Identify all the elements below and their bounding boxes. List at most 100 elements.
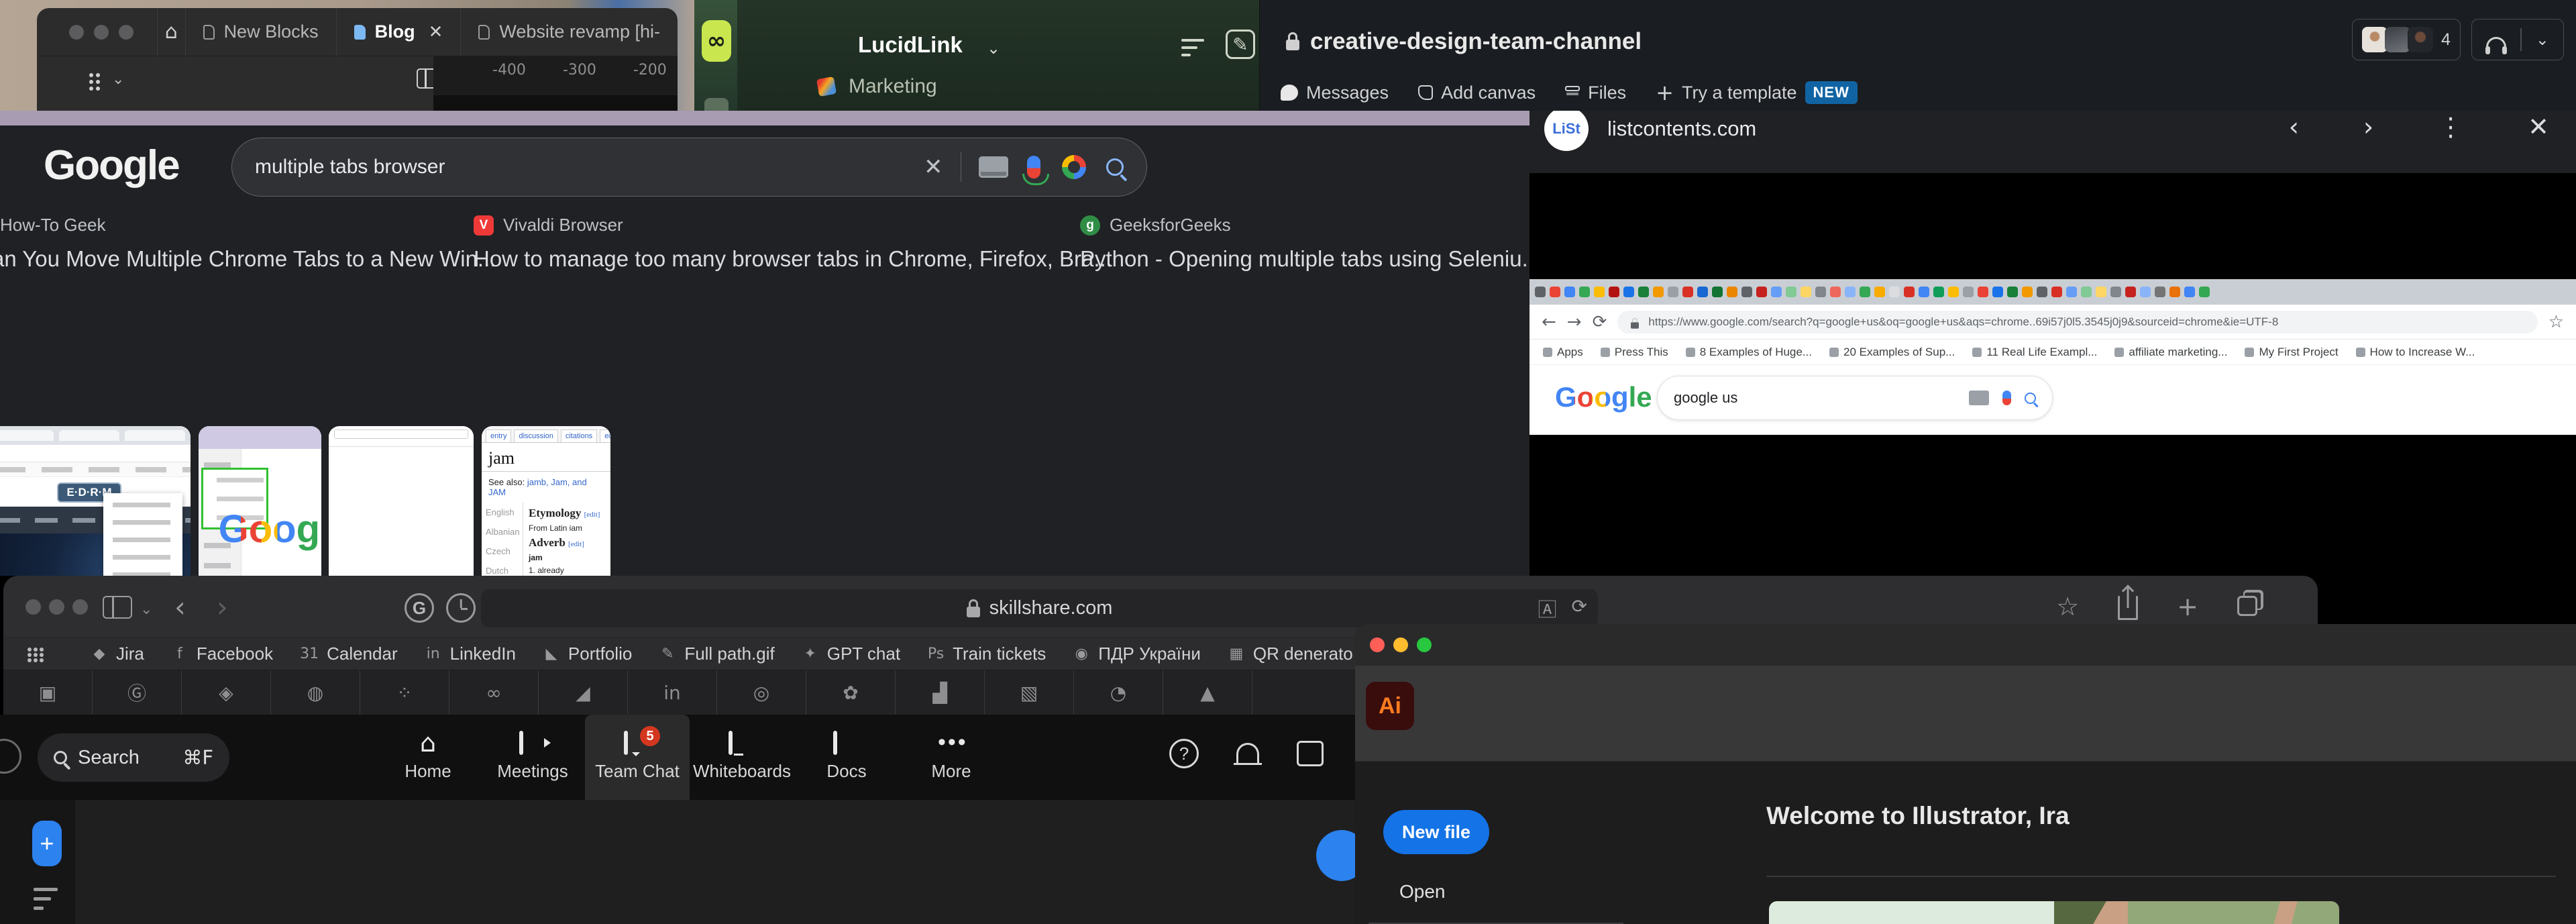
bookmark-jira[interactable]: ◆ Jira: [91, 644, 144, 664]
home-icon[interactable]: ⌂: [157, 8, 185, 56]
close-preview-icon[interactable]: ✕: [2528, 112, 2549, 142]
calendar-icon[interactable]: [1297, 741, 1324, 766]
clear-search-icon[interactable]: ✕: [924, 154, 943, 181]
result-title[interactable]: an You Move Multiple Chrome Tabs to a Ne…: [0, 246, 496, 272]
nav-team-chat[interactable]: 5 Team Chat: [585, 715, 690, 800]
bookmark-facebook[interactable]: f Facebook: [171, 644, 273, 664]
code-app-tab-icon[interactable]: ▣: [3, 670, 93, 715]
bookmark-calendar[interactable]: 31 Calendar: [300, 644, 398, 664]
history-extension-icon[interactable]: [446, 593, 476, 623]
search-icon[interactable]: [1106, 158, 1124, 176]
linkedin-tab-icon[interactable]: in: [628, 670, 717, 715]
close-window-button[interactable]: [1370, 637, 1385, 652]
minimize-window-button[interactable]: [1393, 637, 1408, 652]
huddle-button[interactable]: ⌄: [2471, 19, 2564, 60]
window-controls[interactable]: [25, 599, 96, 615]
portfolio-tab-icon[interactable]: ◢: [539, 670, 628, 715]
window-controls[interactable]: [37, 24, 144, 40]
google-lens-icon[interactable]: [1062, 155, 1086, 179]
tutorial-banner-image[interactable]: [1769, 901, 2339, 924]
vector-tab-icon[interactable]: ▲: [1163, 670, 1252, 715]
profile-partial-icon[interactable]: [0, 739, 21, 774]
previous-image-icon[interactable]: ‹: [2289, 112, 2299, 142]
sidebar-chevron-icon[interactable]: ⌄: [140, 601, 152, 618]
workspace-name[interactable]: LucidLink: [858, 32, 963, 58]
new-file-button[interactable]: New file: [1383, 810, 1489, 854]
sidebar-icon[interactable]: [103, 596, 132, 619]
sketch-tab-icon[interactable]: ◈: [182, 670, 271, 715]
grammarly-extension-icon[interactable]: G: [405, 593, 434, 623]
photos-tab-icon[interactable]: ✿: [806, 670, 896, 715]
bookmark-fullpath[interactable]: ✎ Full path.gif: [659, 644, 775, 664]
result-source[interactable]: Vivaldi Browser: [503, 215, 623, 236]
analytics-tab-icon[interactable]: ◔: [1074, 670, 1163, 715]
figma-main-menu-icon[interactable]: [89, 68, 93, 81]
translate-icon[interactable]: 🄰: [1538, 595, 1557, 622]
notifications-bell-icon[interactable]: [1234, 743, 1262, 765]
safari-address-bar[interactable]: skillshare.com 🄰 ⟳: [481, 589, 1598, 627]
add-space-button[interactable]: +: [32, 821, 62, 866]
web-app-tab-icon[interactable]: ◍: [271, 670, 360, 715]
figma-tab-new-blocks[interactable]: New Blocks: [184, 8, 336, 56]
figma-tab-website-revamp[interactable]: Website revamp [hi-: [460, 8, 678, 56]
workspace-icon-partial[interactable]: [704, 98, 729, 111]
share-icon[interactable]: [2118, 596, 2139, 620]
result-source[interactable]: GeeksforGeeks: [1110, 215, 1231, 236]
asana-tab-icon[interactable]: ⁘: [360, 670, 449, 715]
result-title[interactable]: Python - Opening multiple tabs using Sel…: [1080, 246, 1540, 272]
preview-site-name[interactable]: listcontents.com: [1607, 117, 1756, 141]
tab-files[interactable]: Files: [1565, 83, 1626, 103]
keyboard-icon[interactable]: [979, 156, 1008, 178]
menu-chevron-icon[interactable]: ⌄: [112, 71, 124, 88]
next-image-icon[interactable]: ›: [2363, 112, 2373, 142]
google-logo[interactable]: Google: [44, 142, 180, 189]
tab-add-canvas[interactable]: Add canvas: [1418, 83, 1536, 103]
nav-docs[interactable]: Docs: [794, 715, 899, 800]
camera-tab-icon[interactable]: ▧: [985, 670, 1074, 715]
preview-image-chrome-screenshot[interactable]: ← → ⟳ https://www.google.com/search?q=go…: [1529, 279, 2576, 435]
channel-title[interactable]: creative-design-team-channel: [1286, 28, 1642, 55]
tab-overview-icon[interactable]: [2237, 596, 2257, 616]
grammarly-tab-icon[interactable]: Ⓖ: [93, 670, 182, 715]
back-icon[interactable]: ‹: [174, 591, 186, 623]
image-result-edrm[interactable]: E·D·R·M n these times, ourediscovery net…: [0, 426, 191, 576]
nav-meetings[interactable]: Meetings: [480, 715, 585, 800]
filter-icon[interactable]: [34, 888, 58, 916]
figma-tab-blog[interactable]: Blog ✕: [335, 8, 461, 56]
bookmark-portfolio[interactable]: ◣ Portfolio: [543, 644, 632, 664]
image-result-getmulti[interactable]: GIF: [329, 426, 474, 576]
more-options-icon[interactable]: ⋮: [2438, 112, 2463, 142]
bookmark-train-tickets[interactable]: Ps Train tickets: [927, 644, 1046, 664]
sidebar-item-marketing[interactable]: Marketing: [816, 75, 937, 98]
close-tab-icon[interactable]: ✕: [429, 22, 443, 42]
image-result-wikipedia[interactable]: entrydiscussioncitationsedit jam See als…: [482, 426, 610, 576]
bookmark-linkedin[interactable]: in LinkedIn: [425, 644, 516, 664]
help-icon[interactable]: ?: [1169, 739, 1199, 768]
image-result-wikihow[interactable]: Goog: [199, 426, 321, 576]
tab-messages[interactable]: Messages: [1281, 83, 1389, 103]
new-tab-icon[interactable]: +: [2177, 592, 2198, 621]
favorites-star-icon[interactable]: ☆: [2056, 592, 2079, 621]
lucidlink-workspace-icon[interactable]: ∞: [702, 20, 731, 62]
webex-search-field[interactable]: Search ⌘F: [38, 733, 229, 782]
tab-try-template[interactable]: + Try a template NEW: [1656, 80, 1858, 105]
compose-icon[interactable]: ✎: [1226, 30, 1255, 59]
google-search-box[interactable]: multiple tabs browser ✕: [231, 138, 1147, 197]
result-title[interactable]: How to manage too many browser tabs in C…: [474, 246, 1112, 272]
bookmark-gptchat[interactable]: ✦ GPT chat: [802, 644, 901, 664]
nav-home[interactable]: ⌂ Home: [376, 715, 480, 800]
search-query[interactable]: multiple tabs browser: [255, 156, 445, 178]
stocks-tab-icon[interactable]: ▟: [896, 670, 985, 715]
reload-icon[interactable]: ⟳: [1572, 595, 1587, 622]
workspace-chevron-icon[interactable]: ⌄: [987, 39, 1000, 58]
voice-search-icon[interactable]: [1022, 156, 1049, 185]
filter-icon[interactable]: [1181, 39, 1204, 61]
target-tab-icon[interactable]: ◎: [717, 670, 806, 715]
channel-members-button[interactable]: 4: [2352, 19, 2461, 60]
creative-cloud-tab-icon[interactable]: ∞: [449, 670, 539, 715]
result-source[interactable]: How-To Geek: [0, 215, 496, 236]
bookmarks-grid-icon[interactable]: [28, 648, 32, 652]
figma-canvas[interactable]: -400 -300 -200: [433, 56, 678, 111]
zoom-window-button[interactable]: [1417, 637, 1432, 652]
open-button[interactable]: Open: [1399, 881, 1446, 903]
